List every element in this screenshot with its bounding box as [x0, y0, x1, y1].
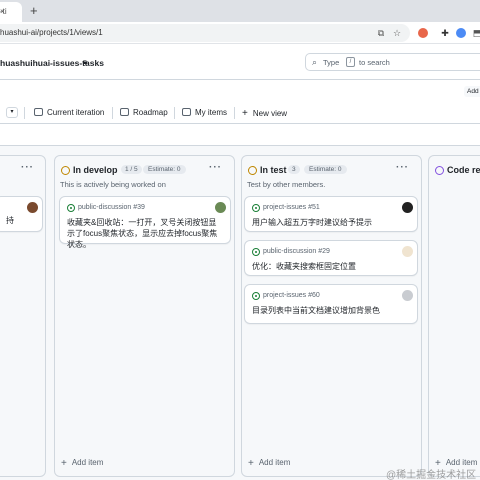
- search-input[interactable]: ⌕ Type / to search: [305, 53, 480, 71]
- divider: [112, 107, 113, 119]
- table-icon: [182, 108, 191, 116]
- card-reference[interactable]: project-issues #60: [263, 292, 320, 299]
- card-reference[interactable]: project-issues #51: [263, 204, 320, 211]
- column-estimate-badge: Estimate: 0: [143, 165, 186, 174]
- url-field[interactable]: huashui-ai/projects/1/views/1: [0, 24, 410, 42]
- lock-icon: 🔒︎: [83, 57, 88, 66]
- issue-card[interactable]: public-discussion #29 优化：收藏夹搜索框固定位置: [244, 240, 418, 276]
- column-title: In test: [260, 165, 287, 175]
- open-issue-icon: [252, 292, 260, 300]
- status-code-review-icon: [435, 166, 444, 175]
- column-menu-icon[interactable]: ···: [396, 162, 409, 173]
- tab-label: My items: [195, 108, 227, 117]
- card-reference[interactable]: public-discussion #39: [78, 204, 145, 211]
- extension-icon[interactable]: [418, 28, 428, 38]
- add-item-label: Add item: [258, 458, 291, 467]
- roadmap-icon: [120, 108, 129, 116]
- column-title: Code rev: [447, 165, 480, 175]
- search-placeholder-suffix: to search: [359, 58, 390, 67]
- project-title[interactable]: huashuihuai-issues-tasks: [0, 58, 104, 68]
- status-in-test-icon: [248, 166, 257, 175]
- card-title[interactable]: 用户输入超五万字时建议给予提示: [252, 217, 411, 228]
- open-issue-icon: [252, 248, 260, 256]
- column-menu-icon[interactable]: ···: [21, 162, 34, 173]
- column-description: This is actively being worked on: [60, 180, 166, 189]
- plus-icon: +: [248, 458, 254, 469]
- install-icon[interactable]: ⧉: [376, 28, 386, 38]
- status-in-progress-icon: [61, 166, 70, 175]
- card-title[interactable]: 优化：收藏夹搜索框固定位置: [252, 261, 411, 272]
- add-item-button[interactable]: + Add item: [248, 458, 290, 469]
- board-column: ··· 持: [0, 155, 46, 477]
- avatar: [402, 246, 413, 257]
- new-tab-button[interactable]: +: [30, 3, 38, 18]
- board-column-in-develop: In develop 1 / 5 Estimate: 0 ··· This is…: [54, 155, 235, 477]
- issue-card[interactable]: 持: [0, 196, 43, 232]
- column-title: In develop: [73, 165, 118, 175]
- add-item-label: Add item: [71, 458, 104, 467]
- plus-icon: +: [61, 458, 67, 469]
- column-menu-icon[interactable]: ···: [209, 162, 222, 173]
- column-count-badge: 3: [288, 165, 300, 174]
- add-item-button[interactable]: + Add item: [61, 458, 103, 469]
- tab-label: Roadmap: [133, 108, 168, 117]
- card-title[interactable]: 收藏夹&回收站：一打开，叉号关闭按钮显示了focus聚焦状态，显示应去掉focu…: [67, 217, 224, 250]
- avatar: [402, 202, 413, 213]
- views-bar: Add ▾ Current iteration Roadmap My items…: [0, 80, 480, 124]
- browser-tab[interactable]: -ti ×: [0, 2, 22, 22]
- divider: [24, 107, 25, 119]
- url-text: huashui-ai/projects/1/views/1: [0, 28, 103, 37]
- tab-label: Current iteration: [47, 108, 105, 117]
- tab-label: New view: [252, 109, 288, 118]
- open-issue-icon: [67, 204, 75, 212]
- bookmark-star-icon[interactable]: ☆: [392, 28, 402, 38]
- tab-current-iteration[interactable]: Current iteration: [34, 108, 104, 117]
- avatar: [215, 202, 226, 213]
- board-column-code-review: Code rev +Add item: [428, 155, 480, 477]
- extensions-menu-icon[interactable]: ⬒: [472, 28, 480, 38]
- column-count-badge: 1 / 5: [121, 165, 142, 174]
- card-title: 持: [6, 216, 14, 225]
- column-estimate-badge: Estimate: 0: [304, 165, 347, 174]
- column-description: Test by other members.: [247, 180, 326, 189]
- search-placeholder-prefix: Type: [323, 58, 340, 67]
- address-bar: huashui-ai/projects/1/views/1 ⧉ ☆ ✚ ⬒: [0, 22, 480, 44]
- new-view-button[interactable]: + New view: [242, 108, 287, 119]
- issue-card[interactable]: project-issues #51 用户输入超五万字时建议给予提示: [244, 196, 418, 232]
- watermark: @稀土掘金技术社区: [386, 470, 477, 480]
- avatar: [402, 290, 413, 301]
- browser-tabstrip: -ti × +: [0, 0, 480, 22]
- issue-card[interactable]: project-issues #60 目录列表中当前文档建议增加背景色: [244, 284, 418, 324]
- card-reference[interactable]: public-discussion #29: [263, 248, 330, 255]
- board-icon: [34, 108, 43, 116]
- avatar: [27, 202, 38, 213]
- project-header: huashuihuai-issues-tasks 🔒︎ ⌕ Type / to …: [0, 44, 480, 80]
- filter-bar[interactable]: [0, 124, 480, 146]
- tab-my-items[interactable]: My items: [182, 108, 227, 117]
- board-column-in-test: In test 3 Estimate: 0 ··· Test by other …: [241, 155, 422, 477]
- open-issue-icon: [252, 204, 260, 212]
- view-options-dropdown[interactable]: ▾: [6, 107, 18, 118]
- search-shortcut-key: /: [346, 57, 355, 67]
- extension-puzzle-icon[interactable]: ✚: [440, 28, 450, 38]
- close-icon[interactable]: ×: [0, 7, 5, 16]
- plus-icon: +: [242, 108, 248, 119]
- divider: [174, 107, 175, 119]
- tab-roadmap[interactable]: Roadmap: [120, 108, 168, 117]
- issue-card[interactable]: public-discussion #39 收藏夹&回收站：一打开，叉号关闭按钮…: [59, 196, 231, 249]
- add-button[interactable]: Add: [464, 86, 480, 97]
- search-icon: ⌕: [312, 57, 318, 67]
- card-title[interactable]: 目录列表中当前文档建议增加背景色: [252, 305, 411, 316]
- divider: [234, 107, 235, 119]
- translate-extension-icon[interactable]: [456, 28, 466, 38]
